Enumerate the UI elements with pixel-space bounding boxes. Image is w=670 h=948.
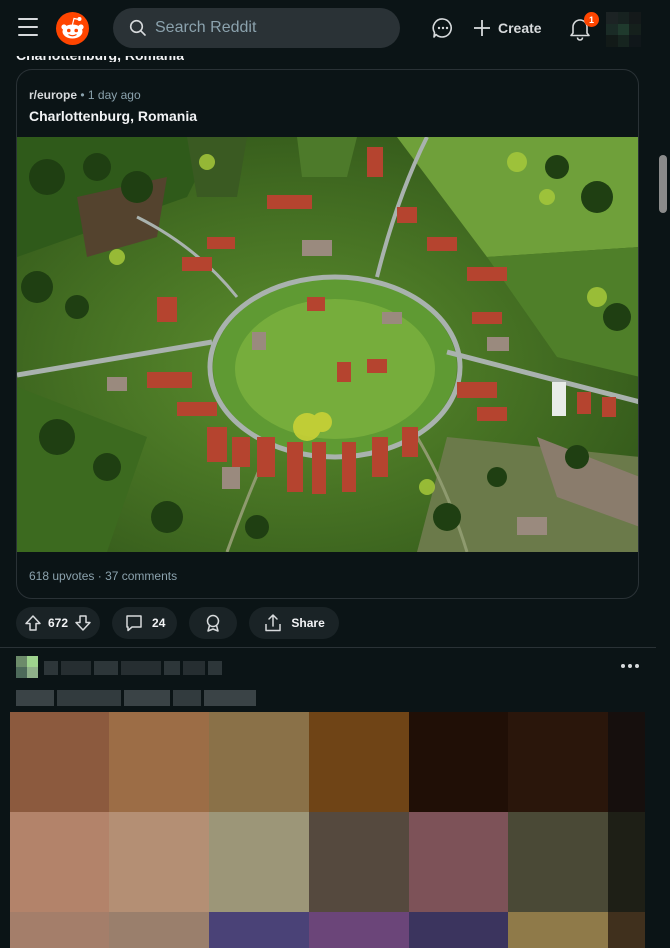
crosspost-card[interactable]: r/europe • 1 day ago Charlottenburg, Rom… (16, 69, 639, 599)
award-icon (207, 614, 220, 632)
pixel-block (508, 712, 608, 812)
comments-count: 24 (152, 616, 166, 630)
vote-control: 672 (16, 607, 101, 639)
create-label: Create (498, 20, 542, 36)
pixel-block (608, 912, 645, 948)
comment-count-text: 37 comments (105, 569, 178, 583)
user-avatar[interactable] (606, 12, 641, 47)
more-icon[interactable] (620, 658, 640, 674)
pixel-block (209, 712, 309, 812)
plus-icon (474, 20, 490, 36)
stats-separator: · (97, 569, 106, 583)
pixel-block (209, 812, 309, 912)
meta-separator: • (80, 88, 85, 102)
crosspost-title[interactable]: Charlottenburg, Romania (29, 108, 197, 124)
page-scrollbar[interactable] (656, 0, 670, 948)
pixel-block (209, 912, 309, 948)
pixel-block (409, 812, 508, 912)
pixel-block (109, 912, 209, 948)
pixel-block (309, 712, 409, 812)
crosspost-stats: 618 upvotes · 37 comments (29, 569, 177, 583)
pixel-block (608, 812, 645, 912)
pixel-block (608, 712, 645, 812)
post-divider (0, 647, 656, 648)
scrollbar-thumb[interactable] (659, 155, 667, 213)
top-header: Create 1 (0, 0, 656, 56)
menu-icon[interactable] (18, 18, 38, 36)
reddit-window: Create 1 Charlottenburg, Romania r/europ… (0, 0, 670, 948)
chat-icon[interactable] (431, 16, 455, 40)
downvote-icon[interactable] (74, 614, 92, 632)
pixel-block (508, 912, 608, 948)
subreddit-link[interactable]: r/europe (29, 88, 77, 102)
reddit-logo[interactable] (56, 12, 89, 45)
pixel-block (10, 912, 109, 948)
pixel-block (10, 712, 109, 812)
search-bar[interactable] (113, 8, 400, 48)
crosspost-meta: r/europe • 1 day ago (29, 88, 141, 102)
create-button[interactable]: Create (472, 14, 542, 42)
pixel-block (309, 812, 409, 912)
aerial-village-image[interactable] (17, 137, 638, 552)
search-input[interactable] (155, 19, 385, 37)
upvote-count-text: 618 upvotes (29, 569, 95, 583)
comments-button[interactable]: 24 (112, 607, 178, 639)
next-post-meta-redacted (44, 661, 222, 675)
post-age: 1 day ago (87, 88, 141, 102)
pixel-block (10, 812, 109, 912)
search-icon (129, 19, 146, 36)
pixel-block (409, 912, 508, 948)
pixel-block (409, 712, 508, 812)
comment-icon (126, 615, 142, 632)
share-label: Share (291, 616, 325, 630)
pixel-block (508, 812, 608, 912)
share-icon (265, 614, 282, 632)
share-button[interactable]: Share (249, 607, 339, 639)
notification-badge: 1 (584, 12, 599, 27)
post-actions: 672 24 Share (16, 607, 339, 639)
next-post-title-redacted (16, 690, 256, 706)
upvote-icon[interactable] (24, 614, 42, 632)
pixel-block (309, 912, 409, 948)
pixel-block (109, 812, 209, 912)
award-button[interactable] (189, 607, 238, 639)
next-post-avatar[interactable] (16, 656, 38, 678)
vote-count: 672 (48, 616, 69, 630)
next-post-image[interactable] (10, 712, 645, 948)
pixel-block (109, 712, 209, 812)
